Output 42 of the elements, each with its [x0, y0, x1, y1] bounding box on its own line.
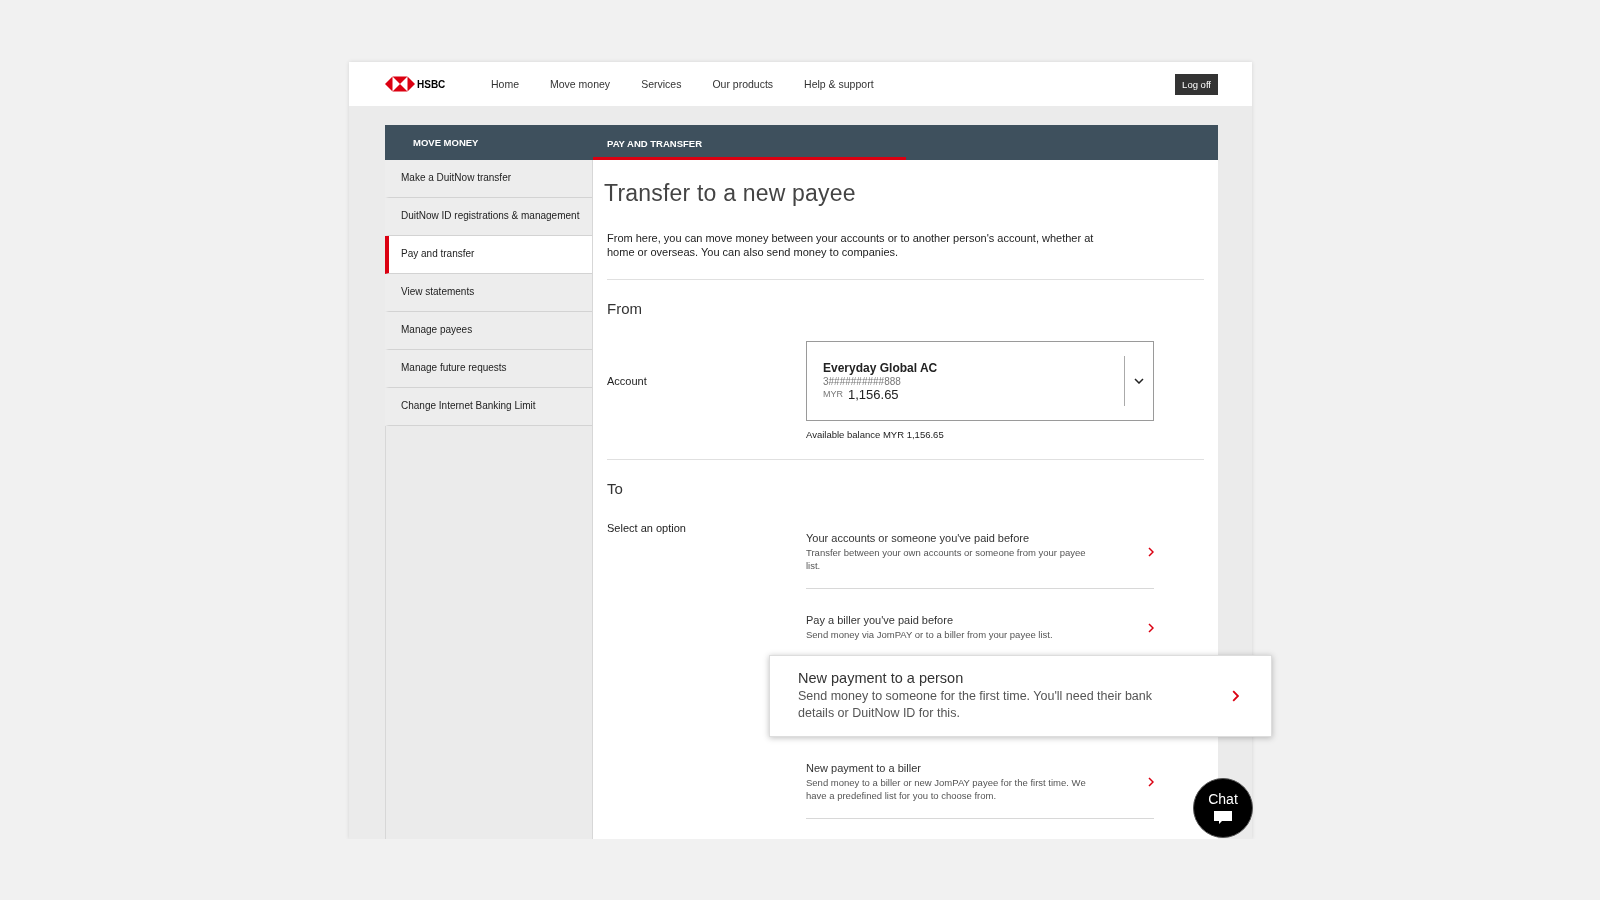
chevron-right-icon: [1231, 690, 1239, 702]
chevron-right-icon: [1148, 547, 1154, 557]
account-number: 3##########888: [823, 375, 902, 387]
transfer-option[interactable]: New payment to a person Send money to someone for the first time. You'll need their bank details or DuitNow ID for this.: [769, 655, 1272, 737]
section-title: MOVE MONEY: [412, 136, 480, 150]
nav-link[interactable]: Move money: [550, 78, 611, 90]
sidebar-item[interactable]: Manage payees: [385, 312, 592, 350]
option-description: Send money to someone for the first time. You'll need their bank details or DuitNow ID for this.: [798, 688, 1153, 722]
nav-link[interactable]: Help & support: [804, 78, 874, 90]
chevron-right-icon: [1148, 622, 1154, 633]
logo-text: HSBC: [417, 78, 446, 90]
log-off-button[interactable]: Log off: [1175, 73, 1218, 95]
sidebar-item[interactable]: Pay and transfer: [385, 236, 592, 274]
option-description: Send money to a biller or new JomPAY payee for the first time. We have a predefined list for you to choose from.: [806, 776, 1087, 802]
chevron-right-icon: [1148, 777, 1154, 787]
chevron-down-icon: [1134, 378, 1144, 384]
sidebar-item[interactable]: Change Internet Banking Limit: [385, 388, 592, 426]
available-balance: Available balance MYR 1,156.65: [806, 429, 945, 440]
nav-link[interactable]: Services: [641, 78, 682, 90]
sidebar-item[interactable]: Make a DuitNow transfer: [385, 160, 592, 198]
account-balance: 1,156.65: [848, 386, 899, 402]
nav-link[interactable]: Home: [491, 78, 519, 90]
account-select[interactable]: Everyday Global AC 3##########888 MYR 1,156.65: [806, 341, 1154, 421]
field-label: Account: [607, 375, 648, 387]
section-heading: To: [607, 480, 624, 497]
sidebar-item[interactable]: View statements: [385, 274, 592, 312]
option-title: Pay a biller you've paid before: [806, 614, 955, 626]
option-title: New payment to a biller: [806, 762, 922, 774]
hexagon-logo-icon: [385, 76, 415, 92]
page-description: From here, you can move money between your accounts or to another person's account, whether at home or overseas. You can also send money to companies.: [607, 231, 1095, 259]
option-description: Transfer between your own accounts or someone from your payee list.: [806, 546, 1087, 572]
option-title: New payment to a person: [798, 670, 965, 686]
speech-bubble-icon: [1214, 811, 1232, 825]
nav-link[interactable]: Our products: [712, 78, 774, 90]
sidebar-item[interactable]: DuitNow ID registrations & management: [385, 198, 592, 236]
option-description: Send money via JomPAY or to a biller from your payee list.: [806, 628, 1054, 641]
currency-code: MYR: [823, 388, 843, 399]
option-title: Your accounts or someone you've paid before: [806, 532, 1031, 544]
sidebar-item[interactable]: Manage future requests: [385, 350, 592, 388]
page-title: Transfer to a new payee: [604, 180, 857, 207]
section-heading: From: [607, 300, 643, 317]
account-name: Everyday Global AC: [823, 360, 939, 375]
